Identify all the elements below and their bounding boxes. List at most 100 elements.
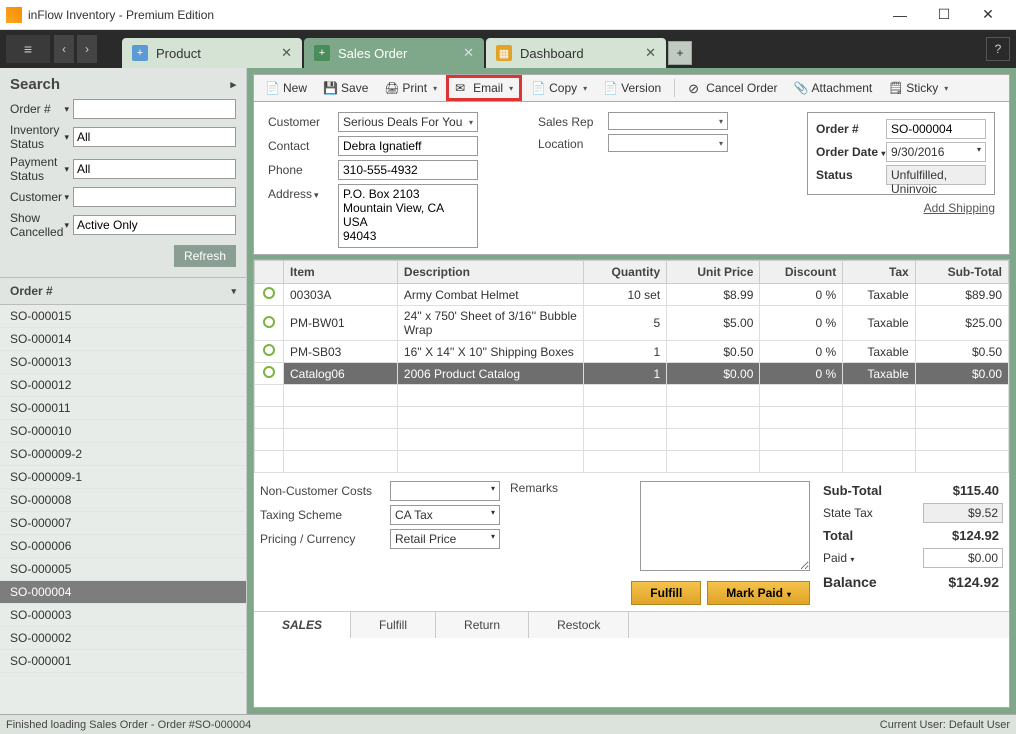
order-list-item[interactable]: SO-000006: [0, 535, 246, 558]
table-row[interactable]: PM-BW0124'' x 750' Sheet of 3/16'' Bubbl…: [255, 306, 1009, 341]
order-list-item[interactable]: SO-000008: [0, 489, 246, 512]
version-icon: [603, 81, 617, 95]
order-num-input[interactable]: [886, 119, 986, 139]
order-list-item[interactable]: SO-000013: [0, 351, 246, 374]
maximize-button[interactable]: ☐: [922, 1, 966, 29]
close-icon[interactable]: ✕: [645, 45, 656, 61]
close-icon[interactable]: ✕: [463, 45, 474, 61]
col-item[interactable]: Item: [284, 261, 398, 284]
search-canc-select[interactable]: [73, 215, 236, 235]
tab-dashboard[interactable]: ▦ Dashboard ✕: [486, 38, 666, 68]
phone-input[interactable]: [338, 160, 478, 180]
customer-select[interactable]: Serious Deals For You▾: [338, 112, 478, 132]
col-qty[interactable]: Quantity: [584, 261, 667, 284]
search-cust-input[interactable]: [73, 187, 236, 207]
salesrep-label: Sales Rep: [538, 112, 608, 129]
order-list-item[interactable]: SO-000004: [0, 581, 246, 604]
order-list-header[interactable]: Order # ▾: [0, 277, 246, 305]
order-list-item[interactable]: SO-000012: [0, 374, 246, 397]
order-list-item[interactable]: SO-000011: [0, 397, 246, 420]
col-sub[interactable]: Sub-Total: [915, 261, 1008, 284]
help-button[interactable]: ?: [986, 37, 1010, 61]
search-inv-select[interactable]: [73, 127, 236, 147]
tab-sales-order[interactable]: + Sales Order ✕: [304, 38, 484, 68]
order-date-input[interactable]: 9/30/2016▾: [886, 142, 986, 162]
main-menu-button[interactable]: ≡: [6, 35, 50, 63]
tab-product[interactable]: + Product ✕: [122, 38, 302, 68]
col-tax[interactable]: Tax: [843, 261, 916, 284]
chevron-down-icon[interactable]: ▾: [64, 220, 69, 231]
order-list-item[interactable]: SO-000009-2: [0, 443, 246, 466]
order-list-item[interactable]: SO-000007: [0, 512, 246, 535]
table-row[interactable]: 00303AArmy Combat Helmet10 set$8.990 %Ta…: [255, 284, 1009, 306]
cancel-order-button[interactable]: Cancel Order: [681, 77, 784, 99]
attachment-button[interactable]: Attachment: [787, 77, 880, 99]
status-value: Unfulfilled, Uninvoic: [886, 165, 986, 185]
fulfill-button[interactable]: Fulfill: [631, 581, 701, 605]
address-input[interactable]: [338, 184, 478, 248]
nav-back-button[interactable]: ‹: [54, 35, 74, 63]
col-price[interactable]: Unit Price: [667, 261, 760, 284]
table-row-empty[interactable]: [255, 451, 1009, 473]
subtotal-label: Sub-Total: [823, 483, 882, 498]
salesrep-select[interactable]: ▾: [608, 112, 728, 130]
version-button[interactable]: Version: [596, 77, 668, 99]
status-circle-icon: [263, 287, 275, 299]
col-desc[interactable]: Description: [397, 261, 583, 284]
minimize-button[interactable]: —: [878, 1, 922, 29]
pricing-select[interactable]: Retail Price▾: [390, 529, 500, 549]
balance-value: $124.92: [923, 572, 1003, 592]
order-list-item[interactable]: SO-000009-1: [0, 466, 246, 489]
product-tab-icon: +: [132, 45, 148, 61]
search-order-input[interactable]: [73, 99, 236, 119]
table-row-empty[interactable]: [255, 407, 1009, 429]
chevron-down-icon[interactable]: ▾: [64, 104, 69, 115]
search-pay-select[interactable]: [73, 159, 236, 179]
table-row[interactable]: PM-SB0316'' X 14'' X 10'' Shipping Boxes…: [255, 341, 1009, 363]
close-icon[interactable]: ✕: [281, 45, 292, 61]
subtab-restock[interactable]: Restock: [529, 612, 629, 638]
scheme-select[interactable]: CA Tax▾: [390, 505, 500, 525]
ncc-select[interactable]: ▾: [390, 481, 500, 501]
subtab-return[interactable]: Return: [436, 612, 529, 638]
order-list-item[interactable]: SO-000001: [0, 650, 246, 673]
chevron-down-icon: ▾: [583, 84, 587, 93]
subtab-fulfill[interactable]: Fulfill: [351, 612, 436, 638]
subtab-sales[interactable]: SALES: [254, 612, 351, 638]
order-list-item[interactable]: SO-000003: [0, 604, 246, 627]
add-shipping-link[interactable]: Add Shipping: [924, 201, 995, 215]
print-button[interactable]: Print▾: [377, 77, 444, 99]
table-row-empty[interactable]: [255, 385, 1009, 407]
location-select[interactable]: ▾: [608, 134, 728, 152]
order-list-item[interactable]: SO-000010: [0, 420, 246, 443]
refresh-button[interactable]: Refresh: [174, 245, 236, 267]
paid-input[interactable]: $0.00: [923, 548, 1003, 568]
order-list-item[interactable]: SO-000015: [0, 305, 246, 328]
chevron-down-icon[interactable]: ▾: [64, 132, 69, 143]
order-list-item[interactable]: SO-000002: [0, 627, 246, 650]
contact-input[interactable]: [338, 136, 478, 156]
total-label: Total: [823, 528, 853, 543]
print-icon: [384, 81, 398, 95]
chevron-down-icon[interactable]: ▾: [64, 164, 69, 175]
chevron-down-icon: ▾: [433, 84, 437, 93]
order-list-item[interactable]: SO-000005: [0, 558, 246, 581]
sticky-button[interactable]: Sticky▾: [881, 77, 955, 99]
order-list-item[interactable]: SO-000014: [0, 328, 246, 351]
save-button[interactable]: Save: [316, 77, 375, 99]
nav-forward-button[interactable]: ›: [77, 35, 97, 63]
mark-paid-button[interactable]: Mark Paid▾: [707, 581, 810, 605]
add-tab-button[interactable]: +: [668, 41, 692, 65]
table-row-empty[interactable]: [255, 429, 1009, 451]
col-disc[interactable]: Discount: [760, 261, 843, 284]
collapse-icon[interactable]: ▸: [230, 78, 236, 91]
email-button[interactable]: Email▾: [446, 75, 522, 101]
copy-button[interactable]: Copy▾: [524, 77, 594, 99]
new-button[interactable]: New: [258, 77, 314, 99]
chevron-down-icon[interactable]: ▾: [64, 192, 69, 203]
table-row[interactable]: Catalog062006 Product Catalog1$0.000 %Ta…: [255, 363, 1009, 385]
window-title: inFlow Inventory - Premium Edition: [28, 8, 878, 22]
copy-icon: [531, 81, 545, 95]
close-button[interactable]: ✕: [966, 1, 1010, 29]
remarks-input[interactable]: [640, 481, 810, 571]
